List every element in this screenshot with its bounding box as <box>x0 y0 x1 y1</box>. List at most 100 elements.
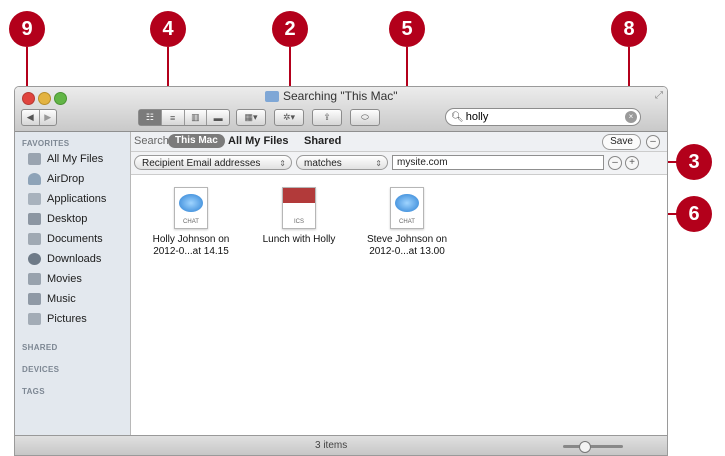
music-icon <box>28 293 41 305</box>
window-title-text: Searching "This Mac" <box>283 89 398 103</box>
file-kind: CHAT <box>399 219 415 225</box>
zoom-button[interactable] <box>54 92 67 105</box>
title-bar: Searching "This Mac" ⤢ ◀ ▶ ☷ ≡ ▥ ▬ ▦▾ ✲▾… <box>15 87 667 132</box>
popup-arrows-icon: ⇕ <box>279 159 286 168</box>
status-bar: 3 items <box>15 435 667 455</box>
criteria-value-field[interactable]: mysite.com <box>392 155 604 170</box>
search-criteria-row: Recipient Email addresses ⇕ matches ⇕ my… <box>131 152 667 175</box>
sidebar-item-pictures[interactable]: Pictures <box>28 309 87 329</box>
callout-8: 8 <box>611 11 647 47</box>
minimize-button[interactable] <box>38 92 51 105</box>
icon-view-button[interactable]: ☷ <box>139 110 162 125</box>
callout-5: 5 <box>389 11 425 47</box>
back-forward-control: ◀ ▶ <box>21 109 57 126</box>
save-search-button[interactable]: Save <box>602 134 641 150</box>
callout-3: 3 <box>676 144 712 180</box>
sidebar-item-label: Desktop <box>47 213 88 225</box>
sidebar-item-label: Documents <box>47 233 103 245</box>
callout-line-9 <box>26 47 28 91</box>
forward-button[interactable]: ▶ <box>40 110 57 125</box>
search-icon: 🔍︎ <box>451 111 464 123</box>
sidebar-item-desktop[interactable]: Desktop <box>28 209 87 229</box>
sidebar-item-label: All My Files <box>47 153 104 165</box>
fullscreen-icon[interactable]: ⤢ <box>655 90 663 101</box>
all-my-files-icon <box>28 153 41 165</box>
view-mode-control: ☷ ≡ ▥ ▬ <box>138 109 230 126</box>
sidebar-item-airdrop[interactable]: AirDrop <box>28 169 84 189</box>
file-name: Lunch with Holly <box>262 234 336 245</box>
desktop-icon <box>28 213 41 225</box>
movies-icon <box>28 273 41 285</box>
scope-label: Search: <box>134 135 172 147</box>
window-title: Searching "This Mac" <box>265 89 398 103</box>
favorites-heading: FAVORITES <box>22 139 70 148</box>
chat-bubble-icon <box>179 194 203 212</box>
devices-heading: DEVICES <box>22 365 60 374</box>
callout-4: 4 <box>150 11 186 47</box>
scope-this-mac[interactable]: This Mac <box>168 134 225 148</box>
calendar-file-icon: ICS <box>282 187 316 229</box>
sidebar-item-music[interactable]: Music <box>28 289 76 309</box>
tags-heading: TAGS <box>22 387 45 396</box>
search-query[interactable]: holly <box>466 111 489 123</box>
cover-flow-button[interactable]: ▬ <box>207 110 229 125</box>
arrange-button[interactable]: ▦▾ <box>236 109 266 126</box>
file-name: Holly Johnson on 2012-0...at 14.15 <box>152 234 230 257</box>
file-item[interactable]: CHAT Holly Johnson on 2012-0...at 14.15 <box>141 187 241 258</box>
clear-search-icon[interactable]: × <box>625 111 637 123</box>
shared-heading: SHARED <box>22 343 58 352</box>
pictures-icon <box>28 313 41 325</box>
back-button[interactable]: ◀ <box>22 110 40 125</box>
sidebar-item-label: Music <box>47 293 76 305</box>
column-view-button[interactable]: ▥ <box>185 110 208 125</box>
downloads-icon <box>28 253 41 265</box>
sidebar-item-label: Movies <box>47 273 82 285</box>
icon-size-slider[interactable] <box>563 441 623 453</box>
calendar-header <box>283 188 315 203</box>
remove-scope-button[interactable]: – <box>646 135 660 149</box>
sidebar-item-movies[interactable]: Movies <box>28 269 82 289</box>
search-field[interactable]: 🔍︎ holly × <box>445 108 641 126</box>
applications-icon <box>28 193 41 205</box>
operator-popup[interactable]: matches ⇕ <box>296 155 388 170</box>
scope-shared[interactable]: Shared <box>304 135 341 147</box>
main-content: Search: This Mac All My Files Shared Sav… <box>131 132 667 435</box>
action-button[interactable]: ✲▾ <box>274 109 304 126</box>
documents-icon <box>28 233 41 245</box>
sidebar-item-applications[interactable]: Applications <box>28 189 106 209</box>
file-name: Steve Johnson on 2012-0...at 13.00 <box>366 234 448 257</box>
attribute-popup[interactable]: Recipient Email addresses ⇕ <box>134 155 292 170</box>
sidebar-item-label: Applications <box>47 193 107 205</box>
item-count: 3 items <box>315 440 348 451</box>
chat-bubble-icon <box>395 194 419 212</box>
callout-2: 2 <box>272 11 308 47</box>
chat-file-icon: CHAT <box>390 187 424 229</box>
callout-9: 9 <box>9 11 45 47</box>
remove-criteria-button[interactable]: – <box>608 156 622 170</box>
scope-all-my-files[interactable]: All My Files <box>228 135 289 147</box>
close-button[interactable] <box>22 92 35 105</box>
slider-knob[interactable] <box>579 441 591 453</box>
sidebar-item-label: AirDrop <box>47 173 85 185</box>
search-folder-icon <box>265 90 279 102</box>
sidebar-item-documents[interactable]: Documents <box>28 229 103 249</box>
file-kind: ICS <box>293 219 304 225</box>
sidebar-item-label: Pictures <box>47 313 87 325</box>
tag-button[interactable]: ⬭ <box>350 109 380 126</box>
add-criteria-button[interactable]: + <box>625 156 639 170</box>
sidebar-item-downloads[interactable]: Downloads <box>28 249 101 269</box>
popup-arrows-icon: ⇕ <box>375 159 382 168</box>
share-button[interactable]: ⇪ <box>312 109 342 126</box>
sidebar-item-all-my-files[interactable]: All My Files <box>28 149 103 169</box>
list-view-button[interactable]: ≡ <box>162 110 185 125</box>
file-item[interactable]: CHAT Steve Johnson on 2012-0...at 13.00 <box>357 187 457 258</box>
airdrop-icon <box>28 173 41 185</box>
file-kind: CHAT <box>183 219 199 225</box>
operator-value: matches <box>304 158 342 169</box>
search-scope-bar: Search: This Mac All My Files Shared Sav… <box>131 132 667 152</box>
sidebar-item-label: Downloads <box>47 253 102 265</box>
sidebar: FAVORITES All My Files AirDrop Applicati… <box>15 132 131 435</box>
file-item[interactable]: ICS Lunch with Holly <box>249 187 349 246</box>
attribute-value: Recipient Email addresses <box>142 158 261 169</box>
chat-file-icon: CHAT <box>174 187 208 229</box>
